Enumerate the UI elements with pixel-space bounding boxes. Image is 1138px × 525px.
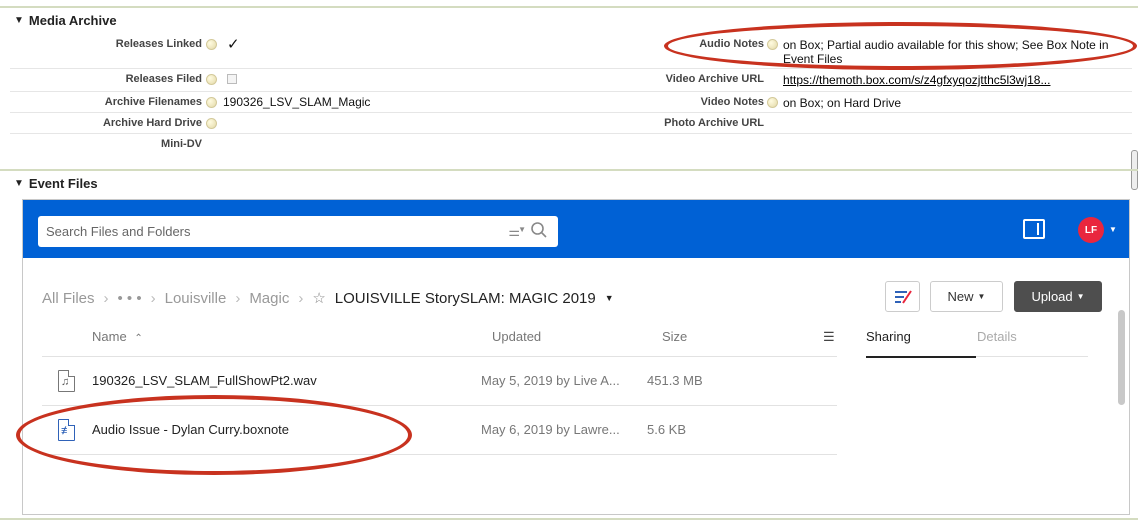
event-files-header[interactable]: ▼ Event Files <box>14 176 98 191</box>
search-placeholder: Search Files and Folders <box>46 224 191 239</box>
video-archive-url-link[interactable]: https://themoth.box.com/s/z4gfxyqozjtthc… <box>783 73 1050 87</box>
releases-linked-check-icon: ✓ <box>227 36 240 53</box>
video-notes-label: Video Notes <box>700 96 764 108</box>
archive-filenames-label: Archive Filenames <box>104 96 202 108</box>
column-header-size[interactable]: Size <box>662 329 687 344</box>
audio-notes-value-line2: Event Files <box>783 52 843 66</box>
row-divider <box>10 133 1132 134</box>
search-input[interactable]: Search Files and Folders ⚌ ▼ <box>38 216 558 247</box>
chevron-down-icon[interactable]: ▼ <box>1109 225 1117 234</box>
releases-linked-label: Releases Linked <box>115 38 202 50</box>
breadcrumb: All Files › • • • › Louisville › Magic ›… <box>42 289 614 308</box>
audio-notes-label: Audio Notes <box>699 38 764 50</box>
top-divider <box>0 6 1138 8</box>
media-archive-title: Media Archive <box>28 13 117 28</box>
column-header-name-label: Name <box>92 329 127 344</box>
active-tab-indicator <box>866 356 976 358</box>
chevron-right-icon: › <box>235 289 241 307</box>
table-divider <box>42 454 837 455</box>
sort-up-icon: ⌃ <box>134 333 143 344</box>
breadcrumb-magic[interactable]: Magic <box>249 290 289 307</box>
row-divider <box>10 112 1132 113</box>
help-icon[interactable] <box>206 74 217 85</box>
archive-filenames-value: 190326_LSV_SLAM_Magic <box>223 95 371 109</box>
new-button[interactable]: New ▼ <box>930 281 1003 312</box>
breadcrumb-louisville[interactable]: Louisville <box>165 290 227 307</box>
section-divider <box>0 169 1138 171</box>
table-row[interactable]: ♫ 190326_LSV_SLAM_FullShowPt2.wav May 5,… <box>42 357 837 406</box>
search-icon[interactable] <box>530 221 548 239</box>
video-notes-value: on Box; on Hard Drive <box>783 96 902 110</box>
event-files-title: Event Files <box>28 176 98 191</box>
audio-notes-value-line1: on Box; Partial audio available for this… <box>783 38 1109 52</box>
breadcrumb-ellipsis[interactable]: • • • <box>118 290 142 307</box>
sidebar-toggle-icon[interactable] <box>1023 219 1045 239</box>
new-button-label: New <box>947 289 974 304</box>
help-icon[interactable] <box>206 118 217 129</box>
row-divider <box>10 91 1132 92</box>
breadcrumb-all-files[interactable]: All Files <box>42 290 95 307</box>
boxnote-lines-icon <box>894 289 912 304</box>
star-icon[interactable]: ☆ <box>312 289 325 307</box>
chevron-right-icon: › <box>103 289 109 307</box>
collapse-triangle-icon[interactable]: ▼ <box>14 178 24 189</box>
breadcrumb-current-folder[interactable]: LOUISVILLE StorySLAM: MAGIC 2019 <box>335 290 596 307</box>
video-archive-url-label: Video Archive URL <box>665 73 764 85</box>
row-divider <box>10 68 1132 69</box>
tab-details[interactable]: Details <box>977 329 1017 344</box>
column-header-name[interactable]: Name ⌃ <box>92 329 143 344</box>
chevron-right-icon: › <box>150 289 156 307</box>
file-size: 5.6 KB <box>647 422 687 437</box>
releases-filed-checkbox[interactable] <box>227 74 237 84</box>
chevron-down-icon[interactable]: ▼ <box>518 225 526 234</box>
chevron-right-icon: › <box>298 289 304 307</box>
box-embed: Search Files and Folders ⚌ ▼ LF ▼ All Fi… <box>22 199 1130 515</box>
tab-sharing[interactable]: Sharing <box>866 329 911 344</box>
upload-button-label: Upload <box>1031 289 1073 304</box>
help-icon[interactable] <box>206 39 217 50</box>
table-row[interactable]: ≢ Audio Issue - Dylan Curry.boxnote May … <box>42 406 837 455</box>
avatar[interactable]: LF <box>1078 217 1104 243</box>
box-top-bar: Search Files and Folders ⚌ ▼ LF ▼ <box>23 200 1129 258</box>
file-size: 451.3 MB <box>647 373 703 388</box>
help-icon[interactable] <box>767 97 778 108</box>
upload-button[interactable]: Upload ▼ <box>1014 281 1102 312</box>
boxnote-button[interactable] <box>885 281 920 312</box>
audio-file-icon: ♫ <box>58 370 75 392</box>
boxnote-file-icon: ≢ <box>58 419 75 441</box>
file-updated: May 5, 2019 by Live A... <box>481 373 620 388</box>
file-name[interactable]: 190326_LSV_SLAM_FullShowPt2.wav <box>92 373 317 388</box>
releases-filed-label: Releases Filed <box>125 73 202 85</box>
file-updated: May 6, 2019 by Lawre... <box>481 422 620 437</box>
archive-hard-drive-label: Archive Hard Drive <box>102 117 202 129</box>
help-icon[interactable] <box>767 39 778 50</box>
help-icon[interactable] <box>206 97 217 108</box>
file-name[interactable]: Audio Issue - Dylan Curry.boxnote <box>92 422 289 437</box>
collapse-triangle-icon[interactable]: ▼ <box>14 15 24 26</box>
box-scrollbar[interactable] <box>1118 310 1125 405</box>
chevron-down-icon: ▼ <box>977 292 986 301</box>
bottom-divider <box>0 518 1138 520</box>
chevron-down-icon[interactable]: ▼ <box>605 293 614 303</box>
sidebar-tabs: Sharing Details <box>866 329 1088 358</box>
media-archive-header[interactable]: ▼ Media Archive <box>14 13 117 28</box>
column-menu-icon[interactable]: ☰ <box>823 329 835 345</box>
mini-dv-label: Mini-DV <box>161 138 202 150</box>
photo-archive-url-label: Photo Archive URL <box>664 117 764 129</box>
column-header-updated[interactable]: Updated <box>492 329 541 344</box>
chevron-down-icon: ▼ <box>1076 292 1085 301</box>
